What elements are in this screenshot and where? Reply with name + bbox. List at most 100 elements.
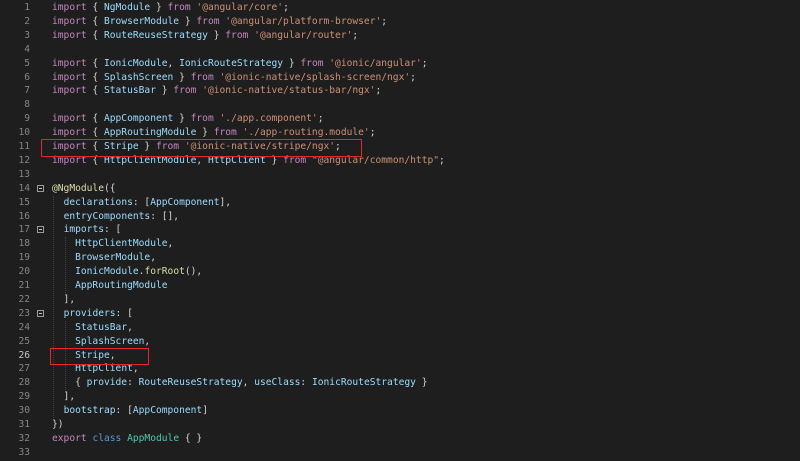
code-line[interactable]: 26 Stripe, [0, 349, 800, 363]
code-line[interactable]: 3 import { RouteReuseStrategy } from '@an… [0, 29, 800, 43]
code-token: '@ionic/angular' [329, 57, 422, 69]
code-line[interactable]: 16 entryComponents: [], [0, 210, 800, 224]
code-line[interactable]: 19 BrowserModule, [0, 251, 800, 265]
code-token: from [190, 71, 214, 83]
code-token: import [52, 154, 87, 166]
code-line[interactable]: 1 import { NgModule } from '@angular/core… [0, 1, 800, 15]
code-line[interactable]: 10 import { AppRoutingModule } from './ap… [0, 126, 800, 140]
code-line[interactable]: 23 providers: [ [0, 307, 800, 321]
line-code: providers: [ [52, 307, 133, 321]
code-line[interactable]: 12 import { HttpClientModule, HttpClient … [0, 154, 800, 168]
code-token: ; [352, 29, 359, 41]
line-code: @NgModule({ [52, 182, 116, 196]
code-token: , [242, 377, 255, 389]
code-token: ], [219, 196, 232, 208]
line-number: 3 [24, 29, 30, 41]
fold-toggle-icon[interactable] [37, 184, 44, 192]
code-line[interactable]: 13 [0, 168, 800, 182]
code-line[interactable]: 14 @NgModule({ [0, 182, 800, 196]
code-token: Stripe [75, 349, 110, 361]
code-line[interactable]: 31}) [0, 418, 800, 432]
line-number: 26 [18, 349, 30, 361]
code-line[interactable]: 32 export class AppModule { } [0, 432, 800, 446]
code-line[interactable]: 8 [0, 98, 800, 112]
code-line[interactable]: 17 imports: [ [0, 223, 800, 237]
code-line[interactable]: 18 HttpClientModule, [0, 237, 800, 251]
fold-toggle-icon[interactable] [37, 226, 44, 234]
line-number: 30 [18, 405, 30, 417]
line-number: 22 [18, 293, 30, 305]
code-token: NgModule [103, 2, 151, 13]
code-token: { [86, 15, 104, 27]
line-number: 27 [18, 363, 30, 375]
code-line[interactable]: 11 import { Stripe } from '@ionic-native/… [0, 140, 800, 154]
line-code: export class AppModule { } [52, 432, 202, 446]
code-token: from [225, 29, 249, 41]
code-line[interactable]: 24 StatusBar, [0, 321, 800, 335]
code-token: { [86, 57, 104, 69]
code-token: from [173, 85, 197, 97]
line-code: import { AppComponent } from './app.comp… [52, 112, 324, 126]
fold-toggle-icon[interactable] [37, 309, 44, 317]
code-token: AppModule [127, 432, 180, 444]
code-line[interactable]: 29 ], [0, 390, 800, 404]
code-token: import [52, 141, 87, 152]
code-token: , [167, 57, 180, 69]
code-token: BrowserModule [103, 15, 180, 27]
code-token: RouteReuseStrategy [138, 377, 243, 389]
code-token: { [86, 71, 104, 83]
code-token: { [86, 85, 104, 97]
line-code: import { NgModule } from '@angular/core'… [52, 1, 289, 15]
code-token: StatusBar [103, 85, 156, 97]
code-token: './app-routing.module' [242, 127, 370, 139]
code-line[interactable]: 4 [0, 43, 800, 57]
code-token: { [86, 127, 104, 139]
code-line[interactable]: 9 import { AppComponent } from './app.com… [0, 112, 800, 126]
code-token: AppComponent [132, 405, 203, 417]
line-code: import { RouteReuseStrategy } from '@ang… [52, 29, 358, 43]
line-number: 25 [18, 335, 30, 347]
code-line[interactable]: 30 bootstrap: [AppComponent] [0, 404, 800, 418]
code-token: import [52, 29, 87, 41]
code-token: AppRoutingModule [75, 280, 168, 291]
code-line[interactable]: 33 [0, 446, 800, 460]
code-token: , [132, 363, 139, 375]
line-number: 12 [18, 154, 30, 166]
code-token: , [196, 154, 208, 166]
line-number: 24 [18, 321, 30, 333]
line-code: import { AppRoutingModule } from './app-… [52, 126, 375, 140]
code-token: import [52, 2, 87, 13]
code-line[interactable]: 15 declarations: [AppComponent], [0, 196, 800, 210]
code-line[interactable]: 2 import { BrowserModule } from '@angular… [0, 15, 800, 29]
line-code: bootstrap: [AppComponent] [52, 404, 208, 418]
code-token: IonicModule [75, 266, 139, 278]
line-number: 7 [24, 85, 30, 97]
code-token: import [52, 85, 87, 97]
line-code: ], [52, 390, 76, 404]
code-line[interactable]: 20 IonicModule.forRoot(), [0, 265, 800, 279]
indent-guide [53, 195, 54, 418]
code-line[interactable]: 25 SplashScreen, [0, 335, 800, 349]
line-code: import { BrowserModule } from '@angular/… [52, 15, 387, 29]
code-token: : [ [115, 307, 133, 319]
code-token: '@angular/router' [254, 29, 353, 41]
code-line[interactable]: 27 HttpClient, [0, 362, 800, 376]
line-code: declarations: [AppComponent], [52, 196, 232, 210]
code-line[interactable]: 6 import { SplashScreen } from '@ionic-na… [0, 71, 800, 85]
line-number: 19 [18, 252, 30, 264]
code-line[interactable]: 22 ], [0, 293, 800, 307]
code-token: ], [52, 391, 76, 403]
code-line[interactable]: 7 import { StatusBar } from '@ionic-nativ… [0, 84, 800, 98]
code-token: Stripe [103, 141, 139, 152]
code-token: ; [317, 113, 324, 125]
code-editor[interactable]: 1 import { NgModule } from '@angular/core… [0, 0, 800, 461]
code-token: { [86, 29, 104, 41]
code-line[interactable]: 21 AppRoutingModule [0, 279, 800, 293]
code-line[interactable]: 28 { provide: RouteReuseStrategy, useCla… [0, 376, 800, 390]
code-line[interactable]: 5 import { IonicModule, IonicRouteStrateg… [0, 57, 800, 71]
code-token: entryComponents [63, 210, 151, 222]
line-code: AppRoutingModule [52, 279, 168, 293]
indent-guide [64, 237, 66, 293]
